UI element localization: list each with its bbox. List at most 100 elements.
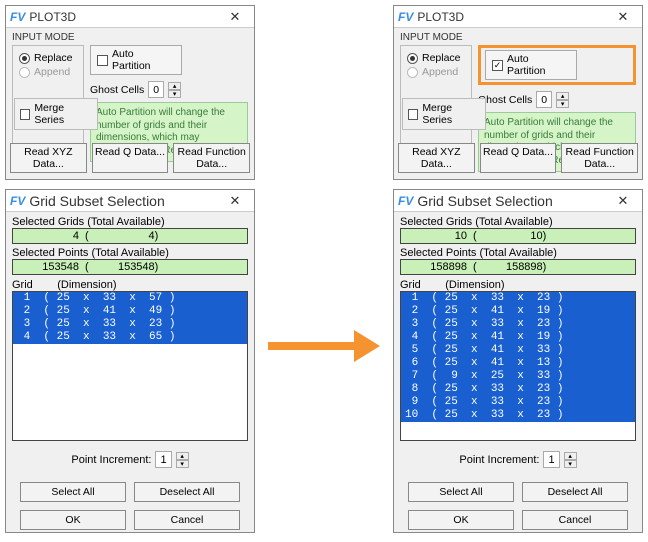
list-item[interactable]: 2 ( 25 x 41 x 19 ): [401, 305, 635, 318]
list-item[interactable]: 4 ( 25 x 41 x 19 ): [401, 331, 635, 344]
ghost-cells-label: Ghost Cells: [478, 94, 532, 106]
read-xyz-button[interactable]: Read XYZ Data...: [10, 143, 87, 173]
grid-subset-dialog-left: FV Grid Subset Selection ✕ Selected Grid…: [5, 189, 255, 533]
auto-partition-label: Auto Partition: [112, 48, 175, 72]
list-item[interactable]: 3 ( 25 x 33 x 23 ): [13, 318, 247, 331]
points-total-value: 153548: [95, 261, 155, 273]
checkbox-icon: [97, 55, 108, 66]
list-item[interactable]: 2 ( 25 x 41 x 49 ): [13, 305, 247, 318]
replace-radio[interactable]: Replace: [19, 52, 77, 64]
list-item[interactable]: 3 ( 25 x 33 x 23 ): [401, 318, 635, 331]
selected-grids-label: Selected Grids (Total Available): [400, 216, 636, 228]
points-total-value: 158898: [483, 261, 543, 273]
selected-grids-label: Selected Grids (Total Available): [12, 216, 248, 228]
cancel-button[interactable]: Cancel: [522, 510, 628, 530]
titlebar: FV Grid Subset Selection ✕: [394, 190, 642, 212]
ghost-cells-stepper[interactable]: ▴▾: [556, 92, 569, 108]
auto-partition-highlight: Auto Partition: [478, 45, 636, 85]
ghost-cells-input[interactable]: 0: [536, 91, 552, 108]
checkbox-icon: [492, 60, 503, 71]
grid-dimension-header: Grid (Dimension): [400, 279, 636, 291]
append-radio[interactable]: Append: [19, 66, 77, 78]
close-icon[interactable]: ✕: [220, 8, 250, 26]
auto-partition-checkbox[interactable]: Auto Partition: [485, 50, 577, 80]
grids-total-value: 4: [95, 230, 155, 242]
selected-grids-slot: 4 ( 4 ): [12, 228, 248, 244]
read-q-button[interactable]: Read Q Data...: [92, 143, 169, 173]
select-all-button[interactable]: Select All: [408, 482, 514, 502]
dialog-title: Grid Subset Selection: [29, 193, 220, 209]
auto-partition-label: Auto Partition: [507, 53, 570, 77]
fv-logo: FV: [398, 194, 413, 208]
point-increment-stepper[interactable]: ▴▾: [564, 452, 577, 468]
cancel-button[interactable]: Cancel: [134, 510, 240, 530]
list-item[interactable]: 9 ( 25 x 33 x 23 ): [401, 396, 635, 409]
ok-button[interactable]: OK: [408, 510, 514, 530]
append-label: Append: [422, 66, 458, 78]
point-increment-stepper[interactable]: ▴▾: [176, 452, 189, 468]
point-increment-input[interactable]: 1: [155, 451, 171, 468]
deselect-all-button[interactable]: Deselect All: [522, 482, 628, 502]
list-item[interactable]: 10 ( 25 x 33 x 23 ): [401, 409, 635, 422]
grid-list[interactable]: 1 ( 25 x 33 x 57 ) 2 ( 25 x 41 x 49 ) 3 …: [12, 291, 248, 441]
checkbox-icon: [408, 109, 418, 120]
point-increment-input[interactable]: 1: [543, 451, 559, 468]
list-item[interactable]: 1 ( 25 x 33 x 57 ): [13, 292, 247, 305]
merge-series-checkbox[interactable]: Merge Series: [14, 98, 98, 130]
selected-grids-slot: 10 ( 10 ): [400, 228, 636, 244]
replace-radio[interactable]: Replace: [407, 52, 465, 64]
ghost-cells-label: Ghost Cells: [90, 84, 144, 96]
plot3d-dialog-left: FV PLOT3D ✕ INPUT MODE Replace Append Au…: [5, 5, 255, 180]
fv-logo: FV: [10, 10, 25, 24]
titlebar: FV Grid Subset Selection ✕: [6, 190, 254, 212]
read-xyz-button[interactable]: Read XYZ Data...: [398, 143, 475, 173]
close-icon[interactable]: ✕: [608, 8, 638, 26]
read-function-button[interactable]: Read Function Data...: [561, 143, 638, 173]
ghost-cells-input[interactable]: 0: [148, 81, 164, 98]
grids-selected-value: 10: [407, 230, 467, 242]
auto-partition-checkbox[interactable]: Auto Partition: [90, 45, 182, 75]
grid-subset-dialog-right: FV Grid Subset Selection ✕ Selected Grid…: [393, 189, 643, 533]
list-item[interactable]: 5 ( 25 x 41 x 33 ): [401, 344, 635, 357]
titlebar: FV PLOT3D ✕: [6, 6, 254, 28]
input-mode-label: INPUT MODE: [12, 32, 248, 43]
fv-logo: FV: [10, 194, 25, 208]
read-q-button[interactable]: Read Q Data...: [480, 143, 557, 173]
selected-points-label: Selected Points (Total Available): [400, 247, 636, 259]
close-icon[interactable]: ✕: [608, 192, 638, 210]
merge-series-checkbox[interactable]: Merge Series: [402, 98, 486, 130]
point-increment-label: Point Increment:: [71, 454, 151, 466]
list-item[interactable]: 7 ( 9 x 25 x 33 ): [401, 370, 635, 383]
merge-series-label: Merge Series: [34, 102, 92, 126]
grid-list[interactable]: 1 ( 25 x 33 x 23 ) 2 ( 25 x 41 x 19 ) 3 …: [400, 291, 636, 441]
grids-total-value: 10: [483, 230, 543, 242]
grid-dimension-header: Grid (Dimension): [12, 279, 248, 291]
ghost-cells-stepper[interactable]: ▴▾: [168, 82, 181, 98]
list-item[interactable]: 8 ( 25 x 33 x 23 ): [401, 383, 635, 396]
list-item[interactable]: 6 ( 25 x 41 x 13 ): [401, 357, 635, 370]
select-all-button[interactable]: Select All: [20, 482, 126, 502]
deselect-all-button[interactable]: Deselect All: [134, 482, 240, 502]
plot3d-dialog-right: FV PLOT3D ✕ INPUT MODE Replace Append Au…: [393, 5, 643, 180]
close-icon[interactable]: ✕: [220, 192, 250, 210]
dialog-title: PLOT3D: [417, 10, 608, 24]
checkbox-icon: [20, 109, 30, 120]
dialog-title: PLOT3D: [29, 10, 220, 24]
input-mode-label: INPUT MODE: [400, 32, 636, 43]
ok-button[interactable]: OK: [20, 510, 126, 530]
transition-arrow-icon: [268, 330, 380, 362]
list-item[interactable]: 4 ( 25 x 33 x 65 ): [13, 331, 247, 344]
selected-points-label: Selected Points (Total Available): [12, 247, 248, 259]
replace-label: Replace: [422, 52, 461, 64]
merge-series-label: Merge Series: [422, 102, 480, 126]
append-radio[interactable]: Append: [407, 66, 465, 78]
fv-logo: FV: [398, 10, 413, 24]
points-selected-value: 153548: [19, 261, 79, 273]
read-function-button[interactable]: Read Function Data...: [173, 143, 250, 173]
replace-label: Replace: [34, 52, 73, 64]
points-selected-value: 158898: [407, 261, 467, 273]
selected-points-slot: 153548 ( 153548 ): [12, 259, 248, 275]
grids-selected-value: 4: [19, 230, 79, 242]
append-label: Append: [34, 66, 70, 78]
list-item[interactable]: 1 ( 25 x 33 x 23 ): [401, 292, 635, 305]
